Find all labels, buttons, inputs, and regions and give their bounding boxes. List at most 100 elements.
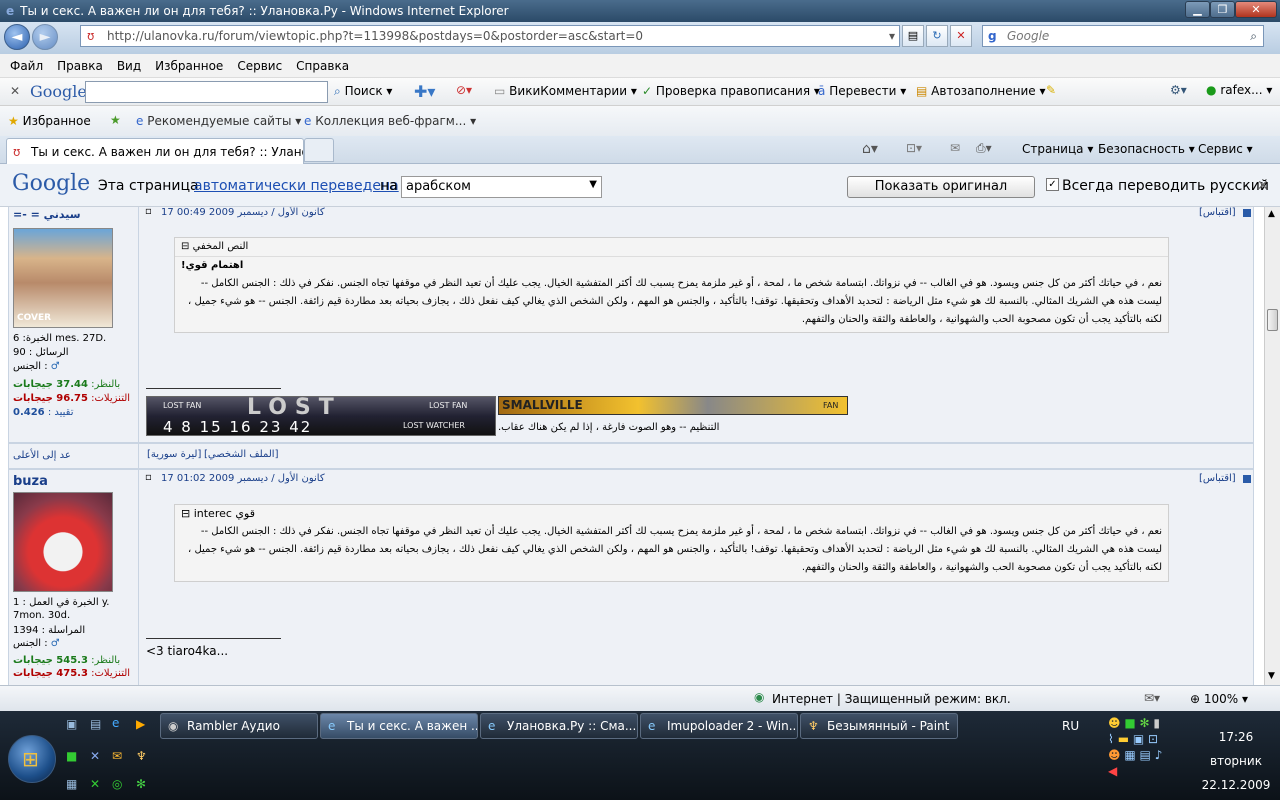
tray-icon[interactable]: ▣ <box>1133 732 1144 746</box>
collapse-icon[interactable]: ⊟ <box>181 241 189 252</box>
print-icon[interactable]: ⎙▾ <box>976 141 992 156</box>
post-select-icon[interactable] <box>1243 475 1251 483</box>
search-field[interactable]: g Google ⌕ <box>982 25 1264 47</box>
tray-icon[interactable]: ◀ <box>1108 764 1117 778</box>
toolbar-wiki-button[interactable]: ▭ ВикиКомментарии ▾ <box>494 84 637 98</box>
language-select[interactable]: арабском ▼ <box>401 176 602 198</box>
post-anchor-icon[interactable]: ▫ <box>145 207 152 217</box>
quicklaunch-ie-icon[interactable]: e <box>112 716 119 730</box>
quicklaunch-media-icon[interactable]: ▶ <box>136 717 145 731</box>
quote-header[interactable]: ⊟ النص المخفي <box>175 238 1168 257</box>
tray-icon[interactable]: ⊡ <box>1148 732 1158 746</box>
tray-icon[interactable]: ⌇ <box>1108 732 1114 746</box>
post-select-icon[interactable] <box>1243 209 1251 217</box>
menu-view[interactable]: Вид <box>117 59 141 73</box>
wrench-icon[interactable]: ⚙▾ <box>1170 83 1187 97</box>
close-button[interactable]: ✕ <box>1235 1 1277 18</box>
toolbar-translate-button[interactable]: ā Перевести ▾ <box>818 84 906 98</box>
feeds-icon[interactable]: ⊡▾ <box>906 141 922 155</box>
tab-active[interactable]: ʊ Ты и секс. А важен ли он для тебя? :: … <box>6 138 304 164</box>
taskbar-item-imupoloader[interactable]: e Imupoloader 2 - Win... <box>640 713 798 739</box>
quicklaunch-show-desktop-icon[interactable]: ▣ <box>66 717 77 731</box>
quicklaunch-icon-row2-d[interactable]: ♆ <box>136 749 147 763</box>
tray-icon[interactable]: ▤ <box>1140 748 1151 762</box>
menu-edit[interactable]: Правка <box>57 59 103 73</box>
menu-tools[interactable]: Сервис <box>237 59 282 73</box>
new-tab-button[interactable] <box>304 138 334 162</box>
translate-close-icon[interactable]: ✕ <box>1257 178 1269 194</box>
quicklaunch-icon-row2-b[interactable]: ✕ <box>90 749 100 763</box>
home-icon[interactable]: ⌂▾ <box>862 141 878 157</box>
webslice-gallery-button[interactable]: e Коллекция веб-фрагм... ▾ <box>304 114 476 128</box>
quote-button[interactable]: [اقتباس] <box>1199 473 1236 484</box>
zoom-control[interactable]: ⊕ 100% ▾ <box>1190 692 1248 706</box>
scroll-up-icon[interactable]: ▲ <box>1268 209 1275 219</box>
taskbar-item-paint[interactable]: ♆ Безымянный - Paint <box>800 713 958 739</box>
toolbar-search-button[interactable]: ⌕ Поиск ▾ <box>334 84 392 99</box>
quicklaunch-icon-row2-a[interactable]: ■ <box>66 749 77 763</box>
tray-icon[interactable]: ☻ <box>1108 748 1121 762</box>
always-translate-checkbox[interactable]: ✓ <box>1046 178 1059 191</box>
refresh-icon[interactable]: ↻ <box>926 25 948 47</box>
post-anchor-icon[interactable]: ▫ <box>145 472 152 483</box>
translate-link[interactable]: автоматически переведена <box>194 178 399 194</box>
taskbar-item-ie-2[interactable]: e Улановка.Ру :: Сма... <box>480 713 638 739</box>
popup-blocker-icon[interactable]: ⊘▾ <box>456 83 472 97</box>
tray-icon[interactable]: ▬ <box>1118 732 1129 746</box>
scroll-down-icon[interactable]: ▼ <box>1268 671 1275 681</box>
quicklaunch-icon-row3-c[interactable]: ◎ <box>112 777 122 791</box>
collapse-icon[interactable]: ⊟ <box>181 507 190 520</box>
search-icon[interactable]: ⌕ <box>1250 26 1257 46</box>
mail-icon[interactable]: ✉ <box>950 141 960 155</box>
menu-file[interactable]: Файл <box>10 59 43 73</box>
safety-menu-button[interactable]: Безопасность ▾ <box>1098 142 1195 156</box>
tray-icon[interactable]: ✻ <box>1140 716 1150 730</box>
google-toolbar-search-input[interactable] <box>85 81 328 103</box>
show-original-button[interactable]: Показать оригинал <box>847 176 1035 198</box>
back-button[interactable]: ◄ <box>4 24 30 50</box>
language-indicator[interactable]: RU <box>1062 719 1079 733</box>
favorites-button[interactable]: ★ Избранное <box>8 114 91 128</box>
protected-mode-icon[interactable]: ✉▾ <box>1144 691 1160 705</box>
pm-button[interactable]: [ليرة سورية] <box>147 449 201 460</box>
recommended-sites-button[interactable]: e Рекомендуемые сайты ▾ <box>136 114 301 128</box>
maximize-button[interactable]: ❐ <box>1210 1 1235 18</box>
toolbar-user-button[interactable]: ● rafex... ▾ <box>1206 83 1272 97</box>
taskbar-item-ie-active[interactable]: e Ты и секс. А важен ... <box>320 713 478 739</box>
highlight-icon[interactable]: ✎ <box>1046 83 1056 97</box>
taskbar-item-rambler[interactable]: ◉ Rambler Аудио <box>160 713 318 739</box>
scroll-thumb[interactable] <box>1267 309 1278 331</box>
post-author-name[interactable]: =- = سيدني <box>13 208 81 221</box>
tools-menu-button[interactable]: Сервис ▾ <box>1198 142 1253 156</box>
quicklaunch-icon-row3-a[interactable]: ▦ <box>66 777 77 791</box>
vertical-scrollbar[interactable]: ▲ ▼ <box>1264 207 1280 685</box>
toolbar-spell-button[interactable]: ✓ Проверка правописания ▾ <box>642 84 820 98</box>
profile-button[interactable]: [الملف الشخصي] <box>204 449 278 460</box>
menu-help[interactable]: Справка <box>296 59 349 73</box>
quicklaunch-switch-windows-icon[interactable]: ▤ <box>90 717 101 731</box>
menu-favorites[interactable]: Избранное <box>155 59 223 73</box>
tray-icon[interactable]: ■ <box>1124 716 1135 730</box>
quicklaunch-icon-row2-c[interactable]: ✉ <box>112 749 122 763</box>
add-favorite-icon[interactable]: ★ <box>110 113 121 127</box>
clock[interactable]: 17:26 вторник 22.12.2009 <box>1196 725 1276 797</box>
address-field[interactable]: ʊ http://ulanovka.ru/forum/viewtopic.php… <box>80 25 900 47</box>
quicklaunch-icon-row3-b[interactable]: ✕ <box>90 777 100 791</box>
forward-button[interactable]: ► <box>32 24 58 50</box>
page-menu-button[interactable]: Страница ▾ <box>1022 142 1093 156</box>
tray-icon[interactable]: ▮ <box>1153 716 1160 730</box>
minimize-button[interactable]: ▁ <box>1185 1 1210 18</box>
quicklaunch-icon-row3-d[interactable]: ✻ <box>136 777 146 791</box>
post-author-name[interactable]: buza <box>13 474 48 489</box>
toolbar-autofill-button[interactable]: ▤ Автозаполнение ▾ <box>916 84 1045 98</box>
quote-button[interactable]: [اقتباس] <box>1199 207 1236 218</box>
quote-header[interactable]: ⊟ interec قوي <box>175 505 1168 523</box>
toolbar-close-icon[interactable]: ✕ <box>10 84 20 98</box>
stop-icon[interactable]: ✕ <box>950 25 972 47</box>
address-dropdown-icon[interactable]: ▾ <box>889 26 895 46</box>
compat-view-icon[interactable]: ▤ <box>902 25 924 47</box>
tray-icon[interactable]: ♪ <box>1155 748 1163 762</box>
tray-icon[interactable]: ▦ <box>1124 748 1135 762</box>
plus-icon[interactable]: ✚▾ <box>414 82 435 101</box>
tray-icon[interactable]: ☻ <box>1108 716 1121 730</box>
